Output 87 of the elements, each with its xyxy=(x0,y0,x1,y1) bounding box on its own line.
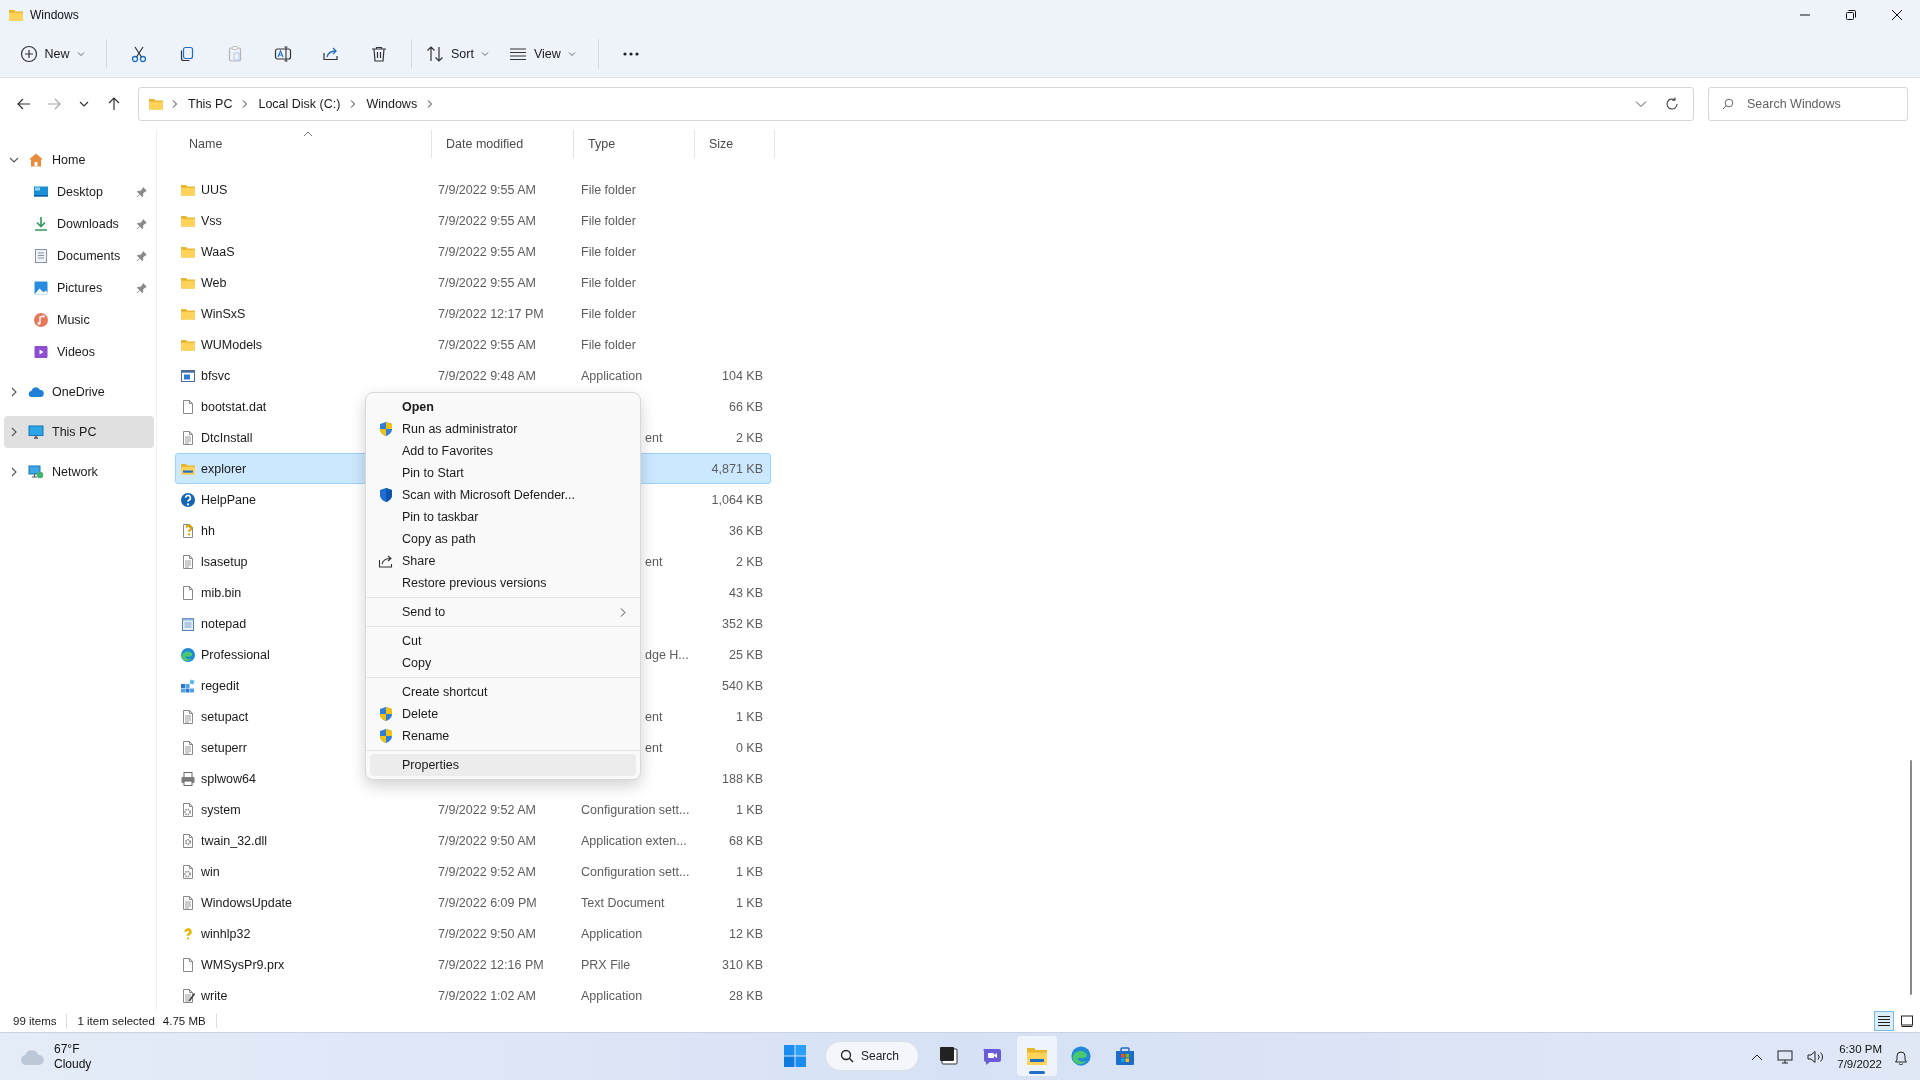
file-name: Professional xyxy=(201,647,270,662)
file-name: WinSxS xyxy=(201,306,246,321)
file-name: HelpPane xyxy=(201,492,256,507)
modified-date: 7/9/2022 9:52 AM xyxy=(438,802,536,817)
file-name: UUS xyxy=(201,182,228,197)
file-type: File folder xyxy=(581,213,636,228)
file-size: 540 KB xyxy=(722,678,763,693)
item-count: 99 items xyxy=(13,1015,57,1027)
file-size: 1,064 KB xyxy=(711,492,763,507)
file-size: 1 KB xyxy=(735,895,763,910)
file-type: PRX File xyxy=(581,957,631,972)
file-type: ent xyxy=(645,430,663,445)
file-size: 66 KB xyxy=(728,399,763,414)
file-name: Web xyxy=(201,275,227,290)
file-name: splwow64 xyxy=(201,771,256,786)
modified-date: 7/9/2022 9:55 AM xyxy=(438,182,536,197)
modified-date: 7/9/2022 9:55 AM xyxy=(438,337,536,352)
file-size: 43 KB xyxy=(728,585,763,600)
window-title: Windows xyxy=(30,8,79,22)
modified-date: 7/9/2022 12:16 PM xyxy=(438,957,544,972)
file-type: Application xyxy=(581,988,643,1003)
file-type: ent xyxy=(645,709,663,724)
modified-date: 7/9/2022 6:09 PM xyxy=(438,895,537,910)
file-name: setupact xyxy=(201,709,249,724)
file-size: 2 KB xyxy=(735,554,763,569)
file-size: 352 KB xyxy=(722,616,763,631)
file-name: twain_32.dll xyxy=(201,833,267,848)
modified-date: 7/9/2022 9:50 AM xyxy=(438,926,536,941)
file-size: 4,871 KB xyxy=(711,461,763,476)
file-name: regedit xyxy=(201,678,240,693)
file-name: DtcInstall xyxy=(201,430,253,445)
file-size: 310 KB xyxy=(722,957,763,972)
modified-date: 7/9/2022 9:52 AM xyxy=(438,864,536,879)
file-size: 28 KB xyxy=(728,988,763,1003)
file-type: File folder xyxy=(581,306,636,321)
file-type: File folder xyxy=(581,182,636,197)
file-type: Text Document xyxy=(581,895,665,910)
modified-date: 7/9/2022 9:50 AM xyxy=(438,833,536,848)
file-name: bfsvc xyxy=(201,368,231,383)
file-type: File folder xyxy=(581,244,636,259)
file-type: ent xyxy=(645,554,663,569)
file-type: Application exten... xyxy=(581,833,687,848)
file-name: notepad xyxy=(201,616,247,631)
file-size: 25 KB xyxy=(728,647,763,662)
file-name: write xyxy=(201,988,228,1003)
weather-temperature: 67°F xyxy=(54,1041,81,1057)
file-name: bootstat.dat xyxy=(201,399,267,414)
file-type: ent xyxy=(645,740,663,755)
modified-date: 7/9/2022 9:55 AM xyxy=(438,275,536,290)
file-size: 12 KB xyxy=(728,926,763,941)
file-name: Vss xyxy=(201,213,222,228)
file-name: win xyxy=(201,864,220,879)
file-name: winhlp32 xyxy=(201,926,251,941)
file-name: WaaS xyxy=(201,244,235,259)
file-name: WUModels xyxy=(201,337,263,352)
file-type: dge H... xyxy=(645,647,689,662)
file-size: 104 KB xyxy=(722,368,763,383)
selection-size: 4.75 MB xyxy=(162,1015,206,1027)
file-size: 1 KB xyxy=(735,709,763,724)
file-type: Configuration sett... xyxy=(581,864,690,879)
file-size: 188 KB xyxy=(722,771,763,786)
file-size: 1 KB xyxy=(735,864,763,879)
file-type: File folder xyxy=(581,337,636,352)
file-size: 36 KB xyxy=(728,523,763,538)
file-name: explorer xyxy=(201,461,247,476)
selection-count: 1 item selected xyxy=(77,1015,155,1027)
file-name: lsasetup xyxy=(201,554,248,569)
weather-condition: Cloudy xyxy=(54,1056,92,1072)
modified-date: 7/9/2022 9:55 AM xyxy=(438,213,536,228)
file-name: setuperr xyxy=(201,740,247,755)
file-size: 2 KB xyxy=(735,430,763,445)
file-name: WindowsUpdate xyxy=(201,895,292,910)
file-name: system xyxy=(201,802,241,817)
file-type: Application xyxy=(581,926,643,941)
modified-date: 7/9/2022 1:02 AM xyxy=(438,988,536,1003)
modified-date: 7/9/2022 9:48 AM xyxy=(438,368,536,383)
modified-date: 7/9/2022 12:17 PM xyxy=(438,306,544,321)
file-name: hh xyxy=(201,523,215,538)
modified-date: 7/9/2022 9:55 AM xyxy=(438,244,536,259)
file-size: 0 KB xyxy=(735,740,763,755)
file-type: Configuration sett... xyxy=(581,802,690,817)
file-name: WMSysPr9.prx xyxy=(201,957,285,972)
file-name: mib.bin xyxy=(201,585,242,600)
file-type: File folder xyxy=(581,275,636,290)
file-size: 1 KB xyxy=(735,802,763,817)
file-type: Application xyxy=(581,368,643,383)
file-size: 68 KB xyxy=(728,833,763,848)
